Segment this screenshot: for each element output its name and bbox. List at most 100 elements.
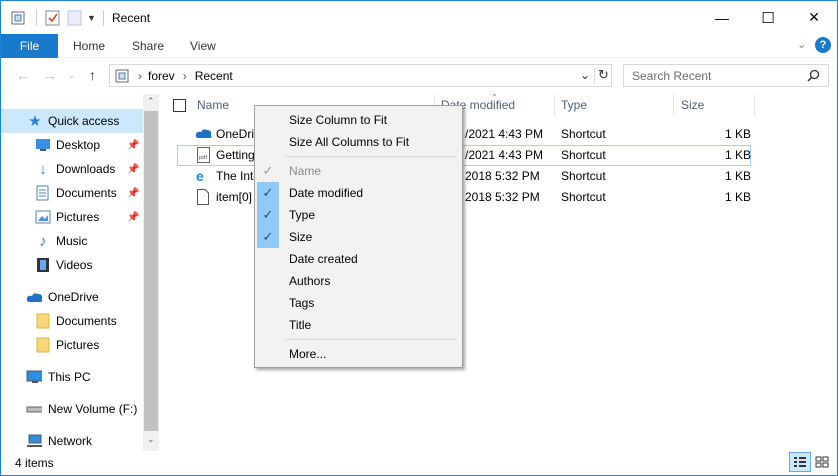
- column-divider[interactable]: [754, 94, 755, 116]
- sort-indicator-icon: ⌄: [491, 89, 498, 98]
- menu-separator: [285, 339, 457, 340]
- sidebar-item-label: Music: [56, 234, 88, 248]
- details-view-icon[interactable]: [789, 452, 811, 472]
- sidebar-item-label: Quick access: [48, 114, 120, 128]
- maximize-button[interactable]: ☐: [745, 1, 791, 34]
- sidebar-item-onedrive-documents[interactable]: Documents: [1, 309, 143, 333]
- checkmark-icon: ✓: [262, 163, 274, 178]
- close-button[interactable]: ✕: [791, 1, 837, 34]
- file-type: Shortcut: [561, 190, 606, 204]
- breadcrumb-recent[interactable]: Recent: [195, 69, 233, 83]
- menu-item-size-column-to-fit[interactable]: Size Column to Fit: [257, 109, 460, 131]
- tab-share[interactable]: Share: [132, 34, 164, 58]
- title-bar: ▼ Recent — ☐ ✕: [1, 1, 837, 34]
- menu-separator: [285, 156, 457, 157]
- menu-item-tags[interactable]: Tags: [257, 292, 460, 314]
- menu-item-label: Type: [289, 208, 316, 222]
- column-header-name[interactable]: Name: [197, 94, 229, 116]
- address-dropdown-icon[interactable]: ⌄: [580, 68, 590, 82]
- file-size: 1 KB: [725, 148, 752, 162]
- minimize-button[interactable]: —: [699, 1, 745, 34]
- title-divider: [103, 10, 104, 26]
- sidebar-scrollbar[interactable]: ⌃ ⌄: [143, 94, 159, 451]
- sidebar-item-pictures[interactable]: Pictures 📌: [1, 205, 143, 229]
- column-divider[interactable]: [554, 94, 555, 116]
- pin-icon[interactable]: 📌: [127, 140, 139, 151]
- menu-item-more[interactable]: More...: [257, 343, 460, 365]
- location-icon: [114, 68, 132, 84]
- search-input[interactable]: Search Recent: [623, 64, 829, 87]
- tab-home[interactable]: Home: [73, 34, 105, 58]
- sidebar-item-desktop[interactable]: Desktop 📌: [1, 133, 143, 157]
- sidebar-item-quick-access[interactable]: ★ Quick access: [1, 109, 143, 133]
- onedrive-icon: [195, 127, 213, 142]
- pin-icon[interactable]: 📌: [127, 212, 139, 223]
- pin-icon[interactable]: 📌: [127, 164, 139, 175]
- search-icon[interactable]: [807, 69, 820, 85]
- svg-text:pdf: pdf: [199, 155, 207, 161]
- scroll-down-icon[interactable]: ⌄: [147, 434, 155, 445]
- file-name: item[0]: [216, 190, 253, 204]
- qat-dropdown-icon[interactable]: ▼: [87, 13, 96, 23]
- menu-item-label: Size: [289, 230, 313, 244]
- sidebar-item-onedrive-pictures[interactable]: Pictures: [1, 333, 143, 357]
- breadcrumb-forev[interactable]: forev: [148, 69, 175, 83]
- address-bar[interactable]: › forev › Recent ⌄ ↻: [109, 64, 612, 87]
- pin-icon[interactable]: 📌: [127, 188, 139, 199]
- sidebar-item-music[interactable]: ♪ Music: [1, 229, 143, 253]
- sidebar-item-label: This PC: [48, 370, 91, 384]
- sidebar-item-label: Pictures: [56, 210, 100, 224]
- menu-item-date-modified[interactable]: ✓ Date modified: [257, 182, 460, 204]
- help-icon[interactable]: ?: [815, 37, 831, 53]
- sidebar-item-this-pc[interactable]: This PC: [1, 365, 143, 389]
- breadcrumb-separator: ›: [138, 68, 142, 83]
- menu-item-size-all-columns-to-fit[interactable]: Size All Columns to Fit: [257, 131, 460, 153]
- properties-icon[interactable]: [10, 9, 28, 27]
- forward-button[interactable]: →: [43, 67, 57, 83]
- menu-item-date-created[interactable]: Date created: [257, 248, 460, 270]
- new-folder-icon[interactable]: [67, 10, 83, 26]
- column-divider[interactable]: [673, 94, 674, 116]
- sidebar-item-new-volume[interactable]: New Volume (F:): [1, 397, 143, 421]
- tab-file[interactable]: File: [1, 34, 58, 58]
- column-header-type[interactable]: Type: [561, 94, 587, 116]
- tab-view[interactable]: View: [190, 34, 216, 58]
- up-button[interactable]: ↑: [89, 67, 96, 83]
- ribbon-expand-icon[interactable]: ⌄: [797, 38, 806, 51]
- checkbox-icon[interactable]: [173, 98, 186, 112]
- ie-icon: e: [196, 168, 204, 184]
- menu-item-title[interactable]: Title: [257, 314, 460, 336]
- file-name: Getting: [216, 148, 255, 162]
- sidebar-item-videos[interactable]: Videos: [1, 253, 143, 277]
- scroll-up-icon[interactable]: ⌃: [147, 96, 155, 107]
- checklist-icon[interactable]: [45, 10, 61, 26]
- large-icons-view-icon[interactable]: [811, 452, 833, 472]
- file-size: 1 KB: [725, 190, 752, 204]
- menu-item-size[interactable]: ✓ Size: [257, 226, 460, 248]
- recent-locations-icon[interactable]: ⌄: [68, 70, 76, 81]
- select-all-checkbox[interactable]: [173, 94, 186, 116]
- sidebar-item-label: Documents: [56, 314, 117, 328]
- sidebar-item-onedrive[interactable]: OneDrive: [1, 285, 143, 309]
- refresh-icon[interactable]: ↻: [598, 67, 609, 83]
- file-type: Shortcut: [561, 127, 606, 141]
- menu-item-label: Date created: [289, 252, 358, 266]
- address-divider: [594, 68, 595, 84]
- back-button[interactable]: ←: [16, 67, 30, 83]
- menu-item-type[interactable]: ✓ Type: [257, 204, 460, 226]
- sidebar-item-network[interactable]: Network: [1, 429, 143, 453]
- window-title: Recent: [112, 11, 151, 25]
- sidebar-item-downloads[interactable]: ↓ Downloads 📌: [1, 157, 143, 181]
- menu-item-label: Tags: [289, 296, 315, 310]
- scrollbar-thumb[interactable]: [144, 111, 158, 431]
- folder-icon: [35, 337, 51, 353]
- menu-item-label: Title: [289, 318, 312, 332]
- column-context-menu: Size Column to Fit Size All Columns to F…: [254, 105, 463, 368]
- sidebar-item-documents[interactable]: Documents 📌: [1, 181, 143, 205]
- drive-icon: [26, 401, 42, 417]
- column-header-size[interactable]: Size: [681, 94, 704, 116]
- file-date: /2021 4:43 PM: [465, 148, 544, 162]
- menu-item-authors[interactable]: Authors: [257, 270, 460, 292]
- quick-access-toolbar: ▼: [10, 9, 96, 27]
- sidebar-item-label: Documents: [56, 186, 117, 200]
